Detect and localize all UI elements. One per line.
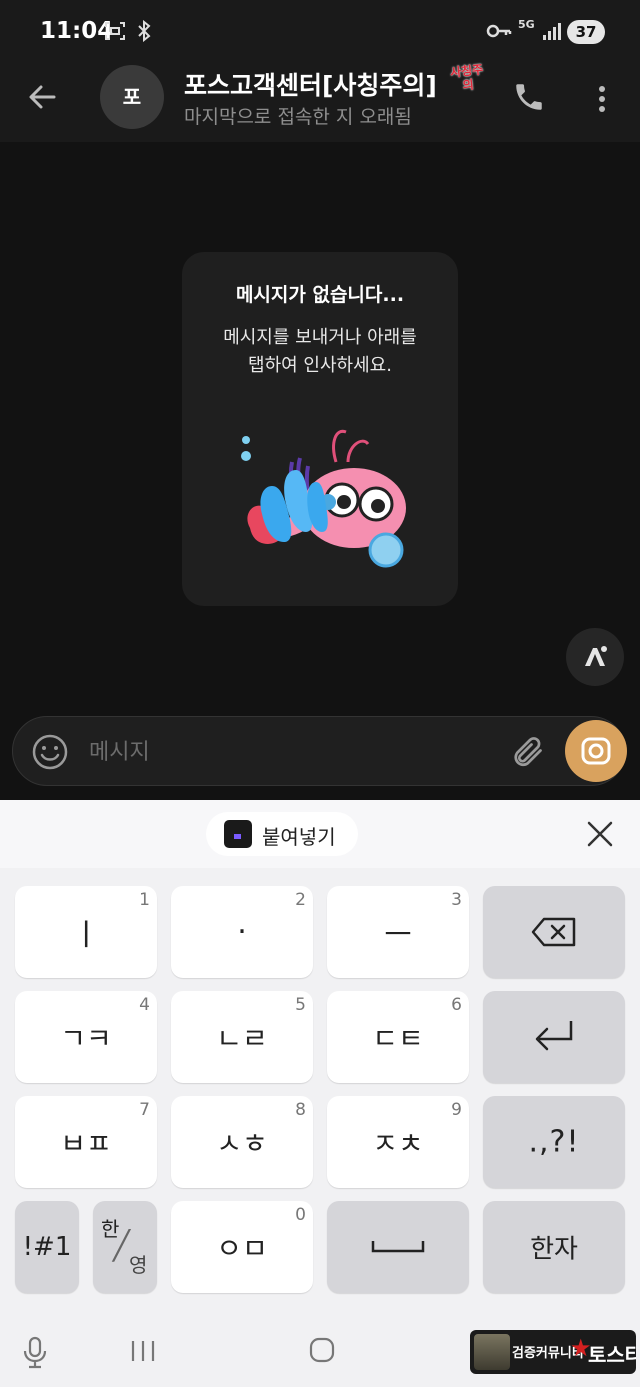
recent-apps-icon[interactable] xyxy=(130,1338,156,1364)
microphone-icon[interactable] xyxy=(22,1336,48,1370)
backspace-key[interactable] xyxy=(483,886,625,978)
contact-name[interactable]: 포스고객센터[사칭주의] xyxy=(184,66,437,102)
key-label: ㅅㅎ xyxy=(216,1127,268,1160)
message-composer xyxy=(12,716,627,786)
watermark-logo: 검증커뮤니티 ★ 토스타 xyxy=(470,1330,636,1374)
back-arrow-icon[interactable] xyxy=(26,80,60,114)
key-giyeok-kieuk[interactable]: 4 ㄱㅋ xyxy=(15,991,157,1083)
language-divider: ╱ xyxy=(113,1229,130,1262)
watermark-brand: 토스타 xyxy=(588,1343,636,1367)
space-key[interactable] xyxy=(327,1201,469,1293)
chat-header: 포 포스고객센터[사칭주의] 사칭주의 마지막으로 접속한 지 오래됨 xyxy=(0,62,640,142)
camera-button[interactable] xyxy=(565,720,627,782)
keyboard-suggestion-bar: 붙여넣기 xyxy=(0,800,640,868)
more-options-icon[interactable] xyxy=(590,82,614,116)
last-seen-status: 마지막으로 접속한 지 오래됨 xyxy=(184,106,412,128)
key-hint: 6 xyxy=(451,995,462,1015)
key-label: ㅇㅁ xyxy=(216,1232,268,1265)
clipboard-thumbnail xyxy=(224,820,252,848)
key-hint: 5 xyxy=(295,995,306,1015)
warning-sticker: 사칭주의 xyxy=(449,62,484,93)
keyboard: 붙여넣기 1 ㅣ 2 · 3 ㅡ 4 ㄱㅋ 5 ㄴㄹ 6 ㄷㅌ 7 ㅂㅍ 8 ㅅ… xyxy=(0,800,640,1387)
key-hint: 7 xyxy=(139,1100,150,1120)
emoji-icon[interactable] xyxy=(31,733,69,771)
key-dot[interactable]: 2 · xyxy=(171,886,313,978)
language-toggle-glyph: 한 ╱ 영 xyxy=(93,1201,157,1293)
key-siot-hieut[interactable]: 8 ㅅㅎ xyxy=(171,1096,313,1188)
key-vertical-stroke[interactable]: 1 ㅣ xyxy=(15,886,157,978)
key-jieut-chieut[interactable]: 9 ㅈㅊ xyxy=(327,1096,469,1188)
key-hint: 1 xyxy=(139,890,150,910)
contact-avatar[interactable]: 포 xyxy=(100,65,164,129)
paste-label: 붙여넣기 xyxy=(262,825,336,849)
ai-assistant-button[interactable] xyxy=(566,628,624,686)
key-language-toggle[interactable]: 한 ╱ 영 xyxy=(93,1201,157,1293)
key-hanja[interactable]: 한자 xyxy=(483,1201,625,1293)
vpn-key-icon xyxy=(486,20,512,47)
status-time: 11:04 xyxy=(40,18,114,44)
battery-indicator: 37 xyxy=(567,20,605,44)
key-hint: 3 xyxy=(451,890,462,910)
key-label: 한자 xyxy=(530,1234,578,1265)
key-hint: 4 xyxy=(139,995,150,1015)
signal-icon xyxy=(542,20,562,47)
screenshot-icon xyxy=(104,20,126,47)
empty-state-text: 메시지를 보내거나 아래를 탭하여 인사하세요. xyxy=(223,327,417,376)
home-icon[interactable] xyxy=(308,1336,336,1364)
shrimp-sticker-image[interactable] xyxy=(236,422,412,582)
phone-call-icon[interactable] xyxy=(512,80,546,114)
key-hint: 0 xyxy=(295,1205,306,1225)
key-label: ㄷㅌ xyxy=(372,1022,424,1055)
system-nav-bar: 검증커뮤니티 ★ 토스타 xyxy=(0,1318,640,1387)
key-label: ㅂㅍ xyxy=(60,1127,112,1160)
network-5g-icon: 5G xyxy=(518,18,535,31)
key-label: ㅈㅊ xyxy=(372,1127,424,1160)
key-nieun-rieul[interactable]: 5 ㄴㄹ xyxy=(171,991,313,1083)
enter-key[interactable] xyxy=(483,991,625,1083)
empty-state-title: 메시지가 없습니다... xyxy=(235,284,405,306)
language-english-label: 영 xyxy=(129,1253,148,1277)
key-ieung-mieum[interactable]: 0 ㅇㅁ xyxy=(171,1201,313,1293)
close-icon[interactable] xyxy=(584,818,616,850)
paste-clipboard-button[interactable]: 붙여넣기 xyxy=(206,812,358,856)
network-label: 5G xyxy=(518,18,535,31)
bluetooth-icon xyxy=(136,19,152,47)
empty-state-card[interactable]: 메시지가 없습니다... 메시지를 보내거나 아래를 탭하여 인사하세요. xyxy=(182,252,458,606)
watermark-figure xyxy=(474,1334,510,1370)
message-list: 메시지가 없습니다... 메시지를 보내거나 아래를 탭하여 인사하세요. xyxy=(0,142,640,800)
key-digeut-tieut[interactable]: 6 ㄷㅌ xyxy=(327,991,469,1083)
key-label: .,?! xyxy=(528,1124,580,1160)
key-hint: 2 xyxy=(295,890,306,910)
status-bar: 11:04 5G 37 xyxy=(0,0,640,62)
key-label: ㅣ xyxy=(72,918,100,953)
key-label: ㅡ xyxy=(384,918,412,953)
key-bieup-pieup[interactable]: 7 ㅂㅍ xyxy=(15,1096,157,1188)
key-horizontal-stroke[interactable]: 3 ㅡ xyxy=(327,886,469,978)
message-input[interactable] xyxy=(89,731,489,773)
key-symbols-toggle[interactable]: !#1 xyxy=(15,1201,79,1293)
key-label: !#1 xyxy=(22,1232,72,1262)
attachment-clip-icon[interactable] xyxy=(509,733,545,771)
key-punctuation[interactable]: .,?! xyxy=(483,1096,625,1188)
key-hint: 9 xyxy=(451,1100,462,1120)
key-label: ㄴㄹ xyxy=(216,1022,268,1055)
key-hint: 8 xyxy=(295,1100,306,1120)
key-label: ㄱㅋ xyxy=(60,1022,112,1055)
key-label: · xyxy=(237,914,247,950)
